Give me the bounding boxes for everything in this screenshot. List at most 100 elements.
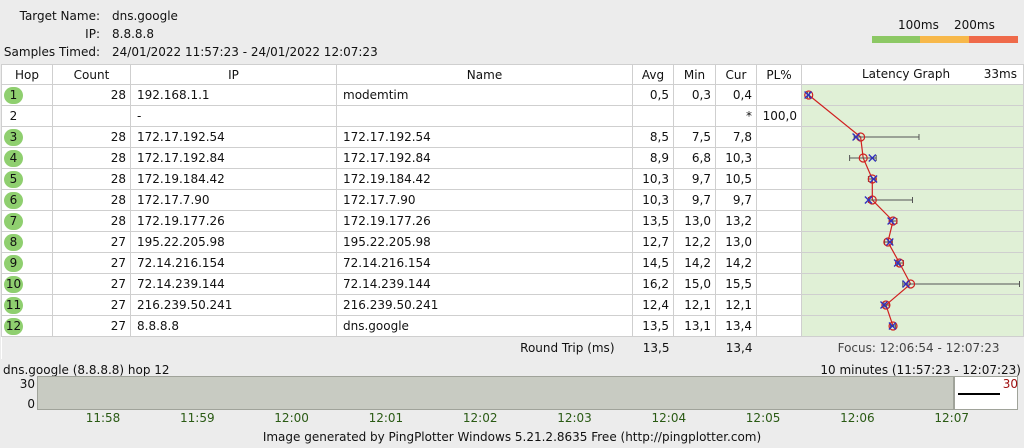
hop-number-badge: 5 xyxy=(4,170,23,188)
hop-number-badge: 9 xyxy=(4,254,23,272)
pl-cell xyxy=(756,294,802,316)
name-cell: 216.239.50.241 xyxy=(336,294,633,316)
table-row[interactable]: 9 27 72.14.216.154 72.14.216.154 14,5 14,2 14,… xyxy=(1,252,1024,274)
latency-graph-cell xyxy=(801,294,1024,316)
count-cell: 27 xyxy=(52,252,131,274)
column-header-avg[interactable]: Avg xyxy=(632,64,674,85)
column-header-cur[interactable]: Cur xyxy=(715,64,757,85)
ip-cell: 216.239.50.241 xyxy=(130,294,337,316)
ip-cell: 172.17.192.54 xyxy=(130,126,337,148)
avg-cell: 12,7 xyxy=(632,231,674,253)
latency-graph-cell xyxy=(801,252,1024,274)
ip-cell: 172.17.7.90 xyxy=(130,189,337,211)
table-row[interactable]: 1 28 192.168.1.1 modemtim 0,5 0,3 0,4 xyxy=(1,84,1024,106)
scale-green-bar xyxy=(872,36,920,43)
pl-cell xyxy=(756,315,802,337)
column-header-name[interactable]: Name xyxy=(336,64,633,85)
count-cell: 28 xyxy=(52,147,131,169)
cur-cell: 15,5 xyxy=(715,273,757,295)
hop-cell: 4 xyxy=(1,147,53,169)
hop-number-badge: 1 xyxy=(4,86,23,104)
table-row[interactable]: 7 28 172.19.177.26 172.19.177.26 13,5 13,0 13,… xyxy=(1,210,1024,232)
timeline-y-max: 30 xyxy=(19,377,35,391)
name-cell: 195.22.205.98 xyxy=(336,231,633,253)
pl-cell xyxy=(756,126,802,148)
table-row[interactable]: 5 28 172.19.184.42 172.19.184.42 10,3 9,7 10,5 xyxy=(1,168,1024,190)
count-cell: 28 xyxy=(52,84,131,106)
column-header-ip[interactable]: IP xyxy=(130,64,337,85)
ip-value: 8.8.8.8 xyxy=(112,27,154,41)
timeline-tick-label: 12:03 xyxy=(557,411,592,425)
table-row[interactable]: 11 27 216.239.50.241 216.239.50.241 12,4 12,1… xyxy=(1,294,1024,316)
timeline-tick-label: 12:05 xyxy=(745,411,781,425)
cur-cell: 12,1 xyxy=(715,294,757,316)
timeline-tick-label: 11:59 xyxy=(180,411,215,425)
ip-cell: 172.19.177.26 xyxy=(130,210,337,232)
count-cell: 28 xyxy=(52,168,131,190)
timeline-tick-label: 12:01 xyxy=(368,411,404,425)
cur-cell: 7,8 xyxy=(715,126,757,148)
min-cell: 13,0 xyxy=(673,210,716,232)
hop-cell: 8 xyxy=(1,231,53,253)
latency-graph-cell xyxy=(801,315,1024,337)
hop-number-badge: 3 xyxy=(4,128,23,146)
count-cell: 28 xyxy=(52,210,131,232)
pl-cell xyxy=(756,231,802,253)
cur-cell: 14,2 xyxy=(715,252,757,274)
name-cell: modemtim xyxy=(336,84,633,106)
name-cell: 72.14.239.144 xyxy=(336,273,633,295)
hop-cell: 3 xyxy=(1,126,53,148)
table-row[interactable]: 6 28 172.17.7.90 172.17.7.90 10,3 9,7 9,7 xyxy=(1,189,1024,211)
avg-cell: 13,5 xyxy=(632,315,674,337)
latency-graph-max: 33ms xyxy=(983,67,1017,81)
min-cell: 15,0 xyxy=(673,273,716,295)
count-cell: 27 xyxy=(52,315,131,337)
scale-yellow-bar xyxy=(920,36,969,43)
column-header-pl[interactable]: PL% xyxy=(756,64,802,85)
samples-timed-label: Samples Timed: xyxy=(3,45,100,59)
ip-cell: 8.8.8.8 xyxy=(130,315,337,337)
latency-graph-cell xyxy=(801,189,1024,211)
ip-cell: 195.22.205.98 xyxy=(130,231,337,253)
table-row[interactable]: 3 28 172.17.192.54 172.17.192.54 8,5 7,5 7,8 xyxy=(1,126,1024,148)
name-cell: 172.19.177.26 xyxy=(336,210,633,232)
name-cell: 172.17.192.84 xyxy=(336,147,633,169)
pl-cell xyxy=(756,147,802,169)
avg-cell: 8,5 xyxy=(632,126,674,148)
target-header: Target Name: dns.google IP: 8.8.8.8 Samp… xyxy=(0,0,1024,64)
hop-cell: 12 xyxy=(1,315,53,337)
table-row[interactable]: 4 28 172.17.192.84 172.17.192.84 8,9 6,8 10,3 xyxy=(1,147,1024,169)
timeline-tick-label: 12:06 xyxy=(840,411,875,425)
timeline-tick-label: 12:00 xyxy=(274,411,309,425)
scale-red-bar xyxy=(969,36,1018,43)
count-cell: 28 xyxy=(52,126,131,148)
latency-graph-title: Latency Graph xyxy=(862,67,951,81)
column-header-count[interactable]: Count xyxy=(52,64,131,85)
target-name-label: Target Name: xyxy=(19,9,100,23)
table-row[interactable]: 12 27 8.8.8.8 dns.google 13,5 13,1 13,4 xyxy=(1,315,1024,337)
table-row[interactable]: 10 27 72.14.239.144 72.14.239.144 16,2 15,0 15… xyxy=(1,273,1024,295)
count-cell xyxy=(52,105,131,127)
timeline-graph[interactable] xyxy=(37,376,954,410)
column-header-hop[interactable]: Hop xyxy=(1,64,53,85)
hop-number-badge: 11 xyxy=(4,296,23,314)
avg-cell: 10,3 xyxy=(632,189,674,211)
min-cell: 12,2 xyxy=(673,231,716,253)
name-cell: 72.14.216.154 xyxy=(336,252,633,274)
timeline-right-value: 30 xyxy=(1002,377,1018,391)
column-header-latency-graph[interactable]: Latency Graph 33ms xyxy=(801,64,1024,85)
column-header-min[interactable]: Min xyxy=(673,64,716,85)
table-row[interactable]: 8 27 195.22.205.98 195.22.205.98 12,7 12,2 13,… xyxy=(1,231,1024,253)
ip-cell: 72.14.216.154 xyxy=(130,252,337,274)
name-cell: 172.19.184.42 xyxy=(336,168,633,190)
samples-timed-value: 24/01/2022 11:57:23 - 24/01/2022 12:07:2… xyxy=(112,45,378,59)
hop-cell: 7 xyxy=(1,210,53,232)
hop-cell: 10 xyxy=(1,273,53,295)
table-row[interactable]: 2 - * 100,0 xyxy=(1,105,1024,127)
ip-cell: 172.19.184.42 xyxy=(130,168,337,190)
latency-graph-cell xyxy=(801,273,1024,295)
round-trip-row: Round Trip (ms) 13,5 13,4 Focus: 12:06:5… xyxy=(1,336,1024,359)
name-cell: 172.17.192.54 xyxy=(336,126,633,148)
avg-cell: 0,5 xyxy=(632,84,674,106)
hop-number-badge: 10 xyxy=(4,275,23,293)
